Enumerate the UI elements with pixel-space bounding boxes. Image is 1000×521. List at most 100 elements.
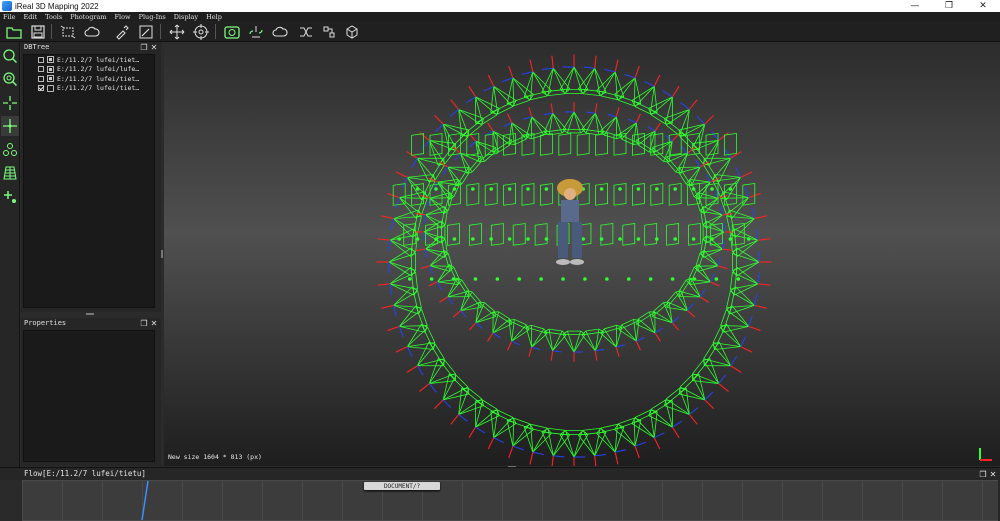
crosshair-active-icon <box>3 119 17 133</box>
menu-photogram[interactable]: Photogram <box>70 13 106 21</box>
tree-item[interactable]: E:/11.2/7 lufei/tiet… <box>24 55 154 65</box>
green-camera-icon <box>223 25 240 39</box>
new-project-icon <box>5 26 22 39</box>
minimize-button[interactable]: — <box>898 0 932 12</box>
edit-button[interactable] <box>137 23 154 40</box>
pan-icon <box>169 24 184 39</box>
dbtree-list: E:/11.2/7 lufei/tiet… E:/11.2/7 lufei/lu… <box>23 54 155 308</box>
crosshair-active-button[interactable] <box>1 116 19 136</box>
connect-icon <box>3 143 17 156</box>
menu-help[interactable]: Help <box>206 13 222 21</box>
float-panel-button[interactable]: ❐ <box>139 318 149 328</box>
properties-header: Properties ❐ ✕ <box>21 318 161 328</box>
panel-splitter[interactable] <box>86 313 94 315</box>
dbtree-panel: DBTree ❐ ✕ E:/11.2/7 lufei/tiet… E:/11.2… <box>21 42 161 312</box>
cloud-upload-icon <box>272 26 288 37</box>
transform-button[interactable] <box>320 23 337 40</box>
cloud-upload-button[interactable] <box>271 23 288 40</box>
close-panel-button[interactable]: ✕ <box>149 318 159 328</box>
folder-node-icon <box>47 84 54 92</box>
tree-item-label: E:/11.2/7 lufei/tiet… <box>57 84 140 93</box>
flow-header: Flow[E:/11.2/7 lufei/tietu] ❐ ✕ <box>0 467 1000 479</box>
tree-item-checkbox[interactable] <box>38 66 44 73</box>
properties-panel: Properties ❐ ✕ <box>21 318 161 466</box>
reconstructed-model <box>556 179 584 265</box>
tree-item-checkbox[interactable] <box>38 75 44 82</box>
save-button[interactable] <box>29 23 46 40</box>
float-panel-button[interactable]: ❐ <box>139 42 149 52</box>
crop-icon <box>60 25 75 38</box>
export-icon <box>323 26 334 37</box>
left-toolbar <box>0 42 20 467</box>
cloud-sync-icon <box>248 25 263 37</box>
tree-item[interactable]: E:/11.2/7 lufei/tiet… <box>24 84 154 94</box>
close-panel-button[interactable]: ✕ <box>988 469 998 479</box>
3d-viewport[interactable]: New size 1604 * 813 (px) <box>164 42 1000 466</box>
grid-button[interactable] <box>1 163 19 183</box>
menu-display[interactable]: Display <box>174 13 198 21</box>
camera-node-icon <box>47 65 54 73</box>
properties-content <box>23 330 155 462</box>
camera-node-icon <box>47 56 54 64</box>
close-panel-button[interactable]: ✕ <box>149 42 159 52</box>
green-camera-button[interactable] <box>223 23 240 40</box>
menu-flow[interactable]: Flow <box>115 13 131 21</box>
zoom-icon <box>3 49 18 64</box>
maximize-button[interactable]: ❐ <box>932 0 966 12</box>
zoom-fit-button[interactable] <box>1 69 19 89</box>
save-icon <box>30 24 45 39</box>
menu-tools[interactable]: Tools <box>45 13 62 21</box>
cloud-sync-button[interactable] <box>247 23 264 40</box>
crosshair-button[interactable] <box>1 93 19 113</box>
tree-item[interactable]: E:/11.2/7 lufei/lufe… <box>24 65 154 75</box>
axis-gizmo-icon <box>979 448 992 461</box>
flow-canvas[interactable]: DOCUMENT/? <box>22 480 998 521</box>
dbtree-header: DBTree ❐ ✕ <box>21 42 161 52</box>
flow-sidebar <box>0 480 22 521</box>
pan-button[interactable] <box>168 23 185 40</box>
brush-icon <box>115 24 129 40</box>
flow-connection <box>141 480 149 520</box>
target-icon <box>192 23 209 40</box>
window-title: iReal 3D Mapping 2022 <box>15 1 99 11</box>
edit-icon <box>139 25 152 38</box>
crop-button[interactable] <box>59 23 76 40</box>
tree-item-checkbox[interactable] <box>38 85 44 92</box>
add-point-button[interactable] <box>1 187 19 207</box>
float-panel-button[interactable]: ❐ <box>978 469 988 479</box>
cube-icon <box>346 24 357 39</box>
tree-item-label: E:/11.2/7 lufei/tiet… <box>57 74 140 83</box>
flow-panel: Flow[E:/11.2/7 lufei/tietu] ❐ ✕ DOCUMENT… <box>0 467 1000 521</box>
tree-item-checkbox[interactable] <box>38 56 44 63</box>
add-point-icon <box>4 191 16 203</box>
viewport-splitter[interactable] <box>161 250 163 258</box>
zoom-button[interactable] <box>1 46 19 66</box>
tree-item[interactable]: E:/11.2/7 lufei/tiet… <box>24 74 154 84</box>
flow-title: Flow[E:/11.2/7 lufei/tietu] <box>24 469 146 478</box>
grid-icon <box>3 166 17 180</box>
camera-node-icon <box>47 75 54 83</box>
zoom-fit-icon <box>3 72 18 87</box>
close-window-button[interactable]: ✕ <box>966 0 1000 12</box>
brush-button[interactable] <box>113 23 130 40</box>
main-toolbar <box>0 21 1000 42</box>
title-bar: iReal 3D Mapping 2022 — ❐ ✕ <box>0 0 1000 12</box>
flow-node[interactable]: DOCUMENT/? <box>364 482 440 490</box>
dbtree-title: DBTree <box>24 43 50 51</box>
target-button[interactable] <box>192 23 209 40</box>
menu-edit[interactable]: Edit <box>24 13 38 21</box>
tree-item-label: E:/11.2/7 lufei/lufe… <box>57 65 140 74</box>
cloud-icon <box>84 26 100 37</box>
new-project-button[interactable] <box>5 23 22 40</box>
shuffle-button[interactable] <box>297 23 314 40</box>
shuffle-icon <box>299 27 312 36</box>
menu-plugins[interactable]: Plug-Ins <box>139 13 166 21</box>
camera-poses-scene[interactable] <box>164 42 1000 466</box>
cloud-button[interactable] <box>83 23 100 40</box>
window-controls: — ❐ ✕ <box>898 0 1000 12</box>
menu-file[interactable]: File <box>3 13 16 21</box>
crosshair-icon <box>3 96 17 110</box>
connect-button[interactable] <box>1 140 19 160</box>
properties-title: Properties <box>24 319 67 327</box>
cube-button[interactable] <box>343 23 360 40</box>
